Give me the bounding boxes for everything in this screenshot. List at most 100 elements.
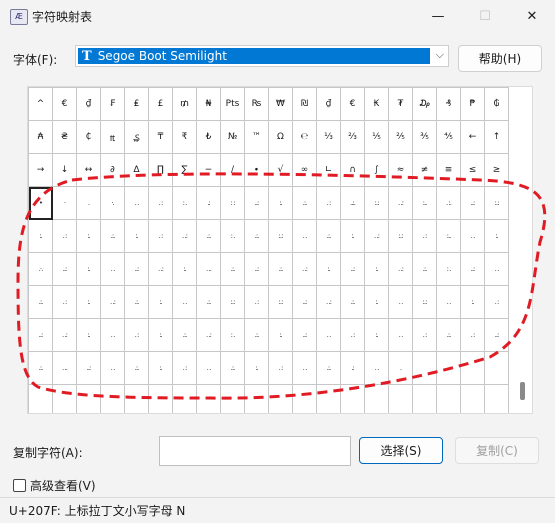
char-cell[interactable]: ..: (461, 253, 485, 286)
char-cell[interactable]: . :. (437, 187, 461, 220)
char-cell[interactable]: . : (317, 187, 341, 220)
char-cell[interactable]: Ω (269, 121, 293, 154)
char-cell[interactable]: ..: (125, 253, 149, 286)
select-button[interactable]: 选择(S) (359, 437, 443, 464)
char-cell[interactable] (365, 385, 389, 413)
char-cell[interactable]: ₮ (389, 88, 413, 121)
char-cell[interactable]: :. (269, 187, 293, 220)
char-cell[interactable]: :. (77, 286, 101, 319)
char-cell[interactable]: ≥ (485, 154, 509, 187)
char-cell[interactable]: :.: (269, 286, 293, 319)
char-cell[interactable]: :.. (413, 187, 437, 220)
char-cell[interactable]: ™ (245, 121, 269, 154)
char-cell[interactable]: ∟ (317, 154, 341, 187)
char-cell[interactable]: :. (125, 220, 149, 253)
char-cell[interactable] (389, 385, 413, 413)
char-cell[interactable]: ·. (101, 187, 125, 220)
char-cell[interactable]: € (53, 88, 77, 121)
char-cell[interactable]: · (53, 187, 77, 220)
char-cell[interactable]: ₣ (101, 88, 125, 121)
char-cell[interactable]: № (221, 121, 245, 154)
char-cell[interactable]: ₯ (413, 88, 437, 121)
char-cell[interactable]: . : (413, 319, 437, 352)
char-cell[interactable]: .:. (221, 352, 245, 385)
char-cell[interactable]: .:. (29, 352, 53, 385)
char-cell[interactable]: .:. (341, 286, 365, 319)
char-cell[interactable]: . : (125, 319, 149, 352)
char-cell[interactable]: ∩ (341, 154, 365, 187)
char-cell[interactable] (101, 385, 125, 413)
char-cell[interactable]: :. (173, 253, 197, 286)
copy-characters-input[interactable] (159, 436, 351, 466)
char-cell[interactable] (461, 352, 485, 385)
char-cell[interactable]: ≡ (437, 154, 461, 187)
char-cell[interactable]: .:. (269, 253, 293, 286)
char-cell[interactable]: . . (101, 253, 125, 286)
char-cell[interactable] (269, 385, 293, 413)
char-cell[interactable]: :. (269, 319, 293, 352)
char-cell[interactable]: . . (101, 352, 125, 385)
char-cell[interactable]: .:. (29, 286, 53, 319)
char-cell[interactable] (413, 352, 437, 385)
char-cell[interactable]: .:. (125, 352, 149, 385)
char-cell[interactable]: ..: (245, 253, 269, 286)
char-cell[interactable]: • (29, 187, 53, 220)
char-cell[interactable]: . : (173, 352, 197, 385)
char-cell[interactable]: . . (173, 286, 197, 319)
char-cell[interactable]: ₭ (365, 88, 389, 121)
char-cell[interactable]: .:. (173, 319, 197, 352)
char-cell[interactable]: :. (149, 319, 173, 352)
char-cell[interactable] (461, 385, 485, 413)
char-cell[interactable]: .:. (101, 220, 125, 253)
char-cell[interactable]: . . (437, 286, 461, 319)
char-cell[interactable]: . . (485, 253, 509, 286)
char-cell[interactable]: ₦ (197, 88, 221, 121)
char-cell[interactable]: :.. (437, 220, 461, 253)
char-cell[interactable]: .:. (197, 286, 221, 319)
char-cell[interactable]: £ (149, 88, 173, 121)
scrollbar-thumb[interactable] (520, 382, 525, 400)
advanced-view-toggle[interactable]: 高级查看(V) (13, 477, 96, 494)
char-cell[interactable]: ∑ (173, 154, 197, 187)
char-cell[interactable]: .:. (197, 220, 221, 253)
char-cell[interactable]: Pts (221, 88, 245, 121)
char-cell[interactable]: : . (173, 187, 197, 220)
char-cell[interactable]: . : (53, 220, 77, 253)
char-cell[interactable]: . : (485, 286, 509, 319)
char-cell[interactable]: :. (317, 253, 341, 286)
font-dropdown[interactable]: T Segoe Boot Semilight ⌵ (75, 45, 449, 67)
close-button[interactable]: ✕ (509, 0, 555, 32)
char-cell[interactable]: ..: (245, 187, 269, 220)
char-cell[interactable]: ..: (293, 319, 317, 352)
char-cell[interactable] (77, 385, 101, 413)
char-cell[interactable] (293, 385, 317, 413)
char-cell[interactable]: ₪ (293, 88, 317, 121)
char-cell[interactable]: :. (77, 319, 101, 352)
char-cell[interactable]: ..:. (341, 187, 365, 220)
char-cell[interactable]: ₱ (461, 88, 485, 121)
char-cell[interactable]: . : (149, 187, 173, 220)
char-cell[interactable] (173, 385, 197, 413)
char-cell[interactable]: . : (269, 352, 293, 385)
advanced-view-checkbox[interactable] (13, 479, 26, 492)
char-cell[interactable] (197, 385, 221, 413)
char-cell[interactable]: . .: (197, 319, 221, 352)
char-cell[interactable]: ↓ (53, 154, 77, 187)
character-grid[interactable]: ^ € ₫ ₣ ₤ £ ₥ ₦ Pts ₨ ₩ ₪ ₫ € ₭ ₮ ₯ ₰ ₱ ₲ ₳ ₴ ₵ ₶ ₷ ₸ ₹ ₺ № ™ Ω ℮ ⅓ ⅔ ⅕ ⅖ ⅗ ⅘… (28, 87, 509, 413)
char-cell[interactable]: . .. (53, 352, 77, 385)
char-cell[interactable]: ..: (53, 253, 77, 286)
char-cell[interactable]: . : (461, 319, 485, 352)
char-cell[interactable]: ↑ (485, 121, 509, 154)
char-cell[interactable]: ⅓ (317, 121, 341, 154)
char-cell[interactable]: ⅘ (437, 121, 461, 154)
char-cell[interactable]: ..: (77, 352, 101, 385)
char-cell[interactable]: √ (269, 154, 293, 187)
char-cell[interactable]: ₤ (125, 88, 149, 121)
char-cell[interactable] (485, 352, 509, 385)
char-cell[interactable]: : . (437, 253, 461, 286)
char-cell[interactable] (245, 385, 269, 413)
char-cell[interactable]: − (197, 154, 221, 187)
char-cell[interactable] (53, 385, 77, 413)
char-cell[interactable]: .: (197, 187, 221, 220)
char-cell[interactable]: :. (365, 319, 389, 352)
